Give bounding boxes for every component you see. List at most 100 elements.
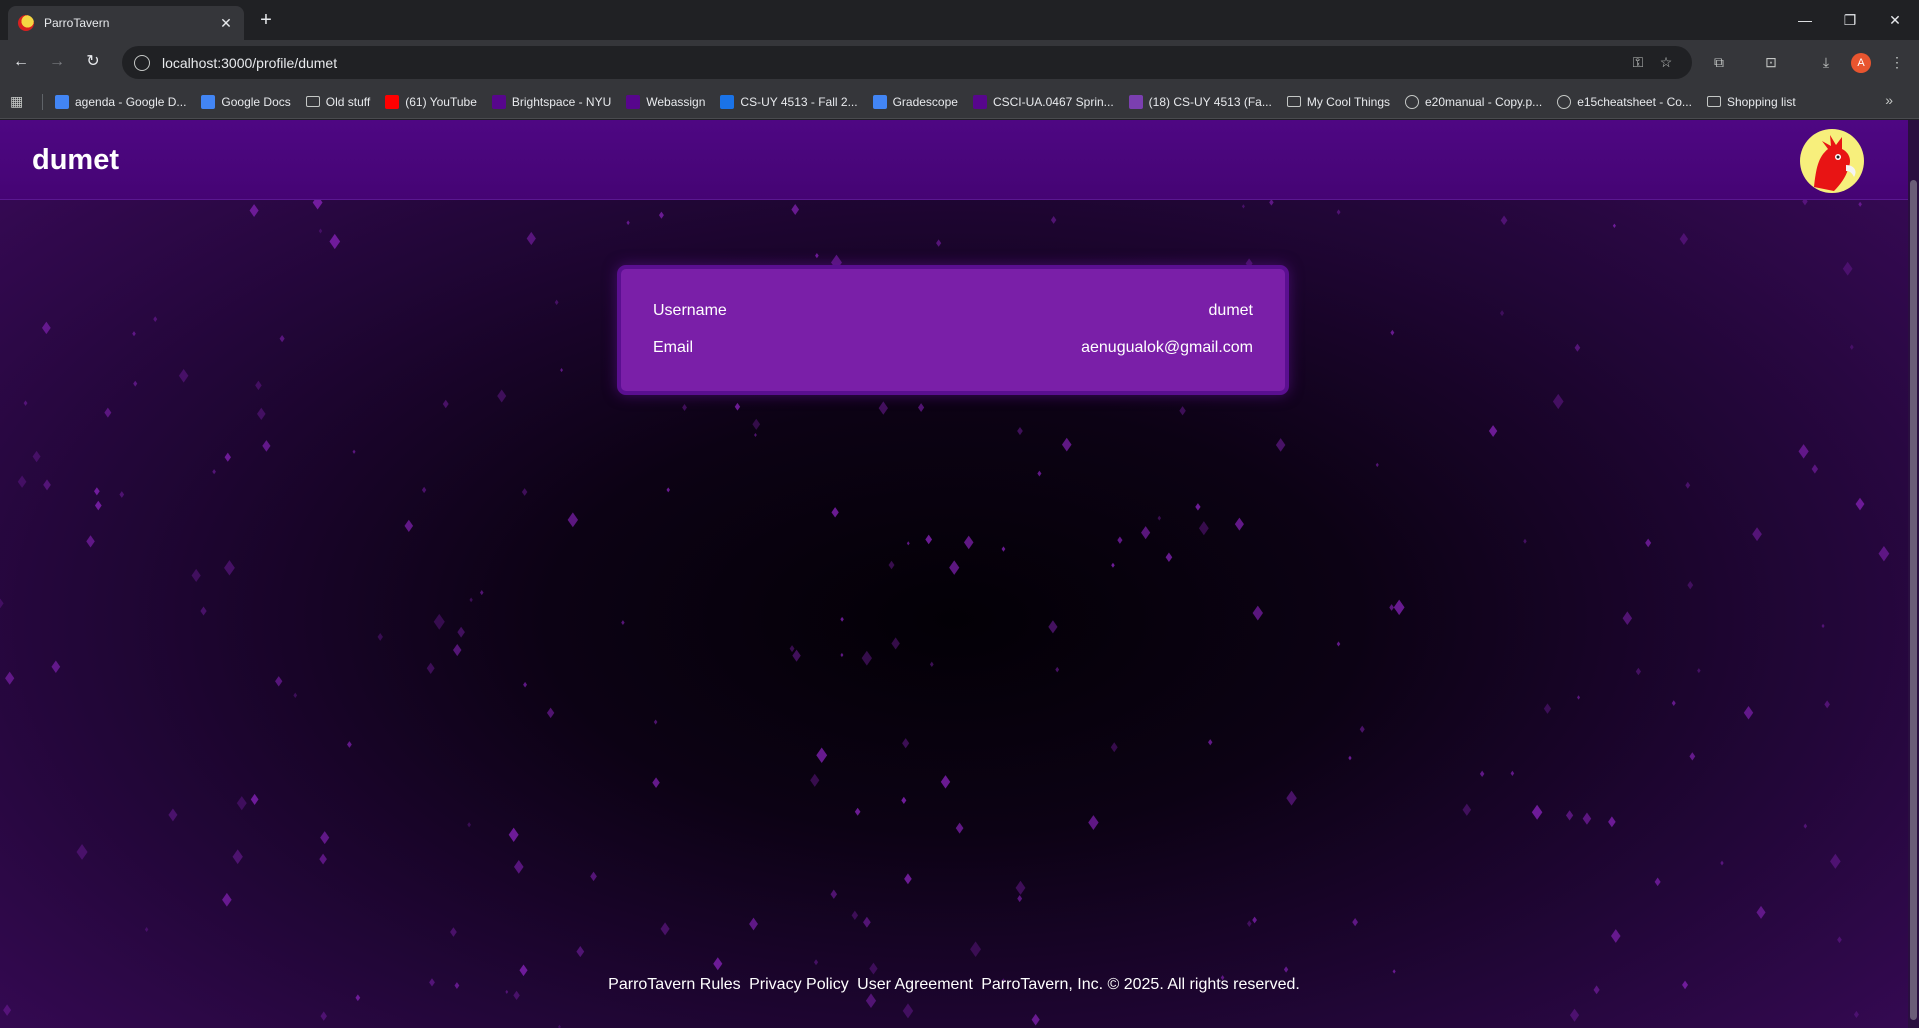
sparkle-shape — [1275, 438, 1286, 452]
sparkle-shape — [3, 1004, 12, 1016]
sparkle-shape — [1878, 545, 1890, 562]
sparkle-shape — [262, 440, 271, 452]
footer-privacy-link[interactable]: Privacy Policy — [749, 976, 849, 993]
minimize-icon[interactable]: — — [1793, 8, 1817, 32]
window-close-icon[interactable]: ✕ — [1883, 8, 1907, 32]
footer-agreement-link[interactable]: User Agreement — [857, 976, 973, 993]
sparkle-shape — [1608, 816, 1616, 828]
bookmark-item[interactable]: (61) YouTube — [385, 94, 477, 109]
bookmark-label: Google Docs — [221, 94, 291, 109]
bookmark-item[interactable]: agenda - Google D... — [55, 94, 187, 109]
sparkle-shape — [1165, 552, 1173, 563]
sparkle-shape — [1543, 703, 1552, 714]
bookmark-item[interactable]: Webassign — [626, 94, 705, 109]
bookmark-label: agenda - Google D... — [75, 94, 187, 109]
sparkle-shape — [1348, 755, 1352, 761]
sparkle-shape — [1336, 209, 1341, 215]
sparkle-shape — [1393, 599, 1405, 616]
sparkle-shape — [621, 620, 625, 626]
more-bookmarks-icon[interactable]: » — [1885, 92, 1893, 108]
sparkle-shape — [1462, 803, 1472, 816]
sparkle-shape — [377, 633, 383, 641]
bookmarks-separator — [42, 93, 43, 110]
forward-icon[interactable]: → — [45, 50, 69, 74]
bookmark-item[interactable]: Google Docs — [201, 94, 291, 109]
tab-search-icon[interactable]: ⊡ — [1760, 51, 1782, 73]
sparkle-shape — [442, 399, 449, 409]
sparkle-shape — [275, 676, 283, 687]
extensions-icon[interactable]: ⧉ — [1708, 51, 1730, 73]
sparkle-shape — [936, 239, 942, 247]
bookmark-star-icon[interactable]: ☆ — [1652, 54, 1680, 71]
scrollbar-thumb[interactable] — [1910, 180, 1917, 1020]
sparkle-shape — [1849, 344, 1854, 350]
username-row: Username dumet — [653, 302, 1253, 322]
site-info-icon[interactable] — [134, 54, 150, 71]
sparkle-shape — [1842, 261, 1853, 276]
page-scrollbar[interactable] — [1908, 120, 1919, 1028]
bookmark-item[interactable]: e15cheatsheet - Co... — [1557, 94, 1692, 109]
bookmark-item[interactable]: My Cool Things — [1286, 95, 1390, 109]
sparkle-shape — [1048, 620, 1058, 634]
sparkle-shape — [1697, 668, 1701, 674]
sparkle-shape — [752, 418, 761, 430]
sparkle-shape — [293, 692, 298, 698]
sparkle-shape — [955, 822, 964, 834]
restore-icon[interactable]: ❐ — [1838, 8, 1862, 32]
sparkle-shape — [830, 889, 838, 899]
sparkle-shape — [590, 871, 597, 882]
sparkle-shape — [224, 560, 235, 576]
bookmark-item[interactable]: Gradescope — [872, 94, 958, 109]
sparkle-shape — [86, 535, 95, 548]
bookmark-label: CSCI-UA.0467 Sprin... — [992, 94, 1114, 109]
sparkle-shape — [901, 796, 907, 805]
profile-avatar[interactable]: A — [1851, 53, 1871, 73]
sparkle-shape — [0, 598, 4, 609]
menu-kebab-icon[interactable]: ⋮ — [1886, 51, 1908, 73]
sparkle-shape — [1552, 393, 1564, 410]
sparkle-shape — [1017, 895, 1023, 903]
reload-icon[interactable]: ↻ — [81, 50, 105, 74]
sparkle-shape — [653, 719, 658, 725]
download-icon[interactable]: ⤓ — [1815, 51, 1837, 73]
bookmark-item[interactable]: (18) CS-UY 4513 (Fa... — [1128, 94, 1272, 109]
site-favicon-icon — [385, 94, 400, 109]
address-bar[interactable]: localhost:3000/profile/dumet ⚿ ☆ — [122, 46, 1692, 79]
sparkle-shape — [902, 1003, 914, 1019]
profile-card: Username dumet Email aenugualok@gmail.co… — [617, 265, 1289, 395]
password-key-icon[interactable]: ⚿ — [1624, 54, 1652, 71]
bookmark-item[interactable]: Old stuff — [305, 95, 370, 109]
bookmark-item[interactable]: Brightspace - NYU — [491, 94, 611, 109]
sparkle-shape — [1336, 641, 1341, 647]
sparkle-shape — [734, 402, 741, 411]
url-text[interactable]: localhost:3000/profile/dumet — [162, 55, 1624, 71]
back-icon[interactable]: ← — [9, 50, 33, 74]
sparkle-shape — [682, 404, 687, 411]
sparkle-shape — [888, 560, 895, 570]
sparkle-shape — [863, 916, 871, 928]
parrot-logo-icon[interactable] — [1800, 129, 1864, 193]
bookmark-item[interactable]: CSCI-UA.0467 Sprin... — [972, 94, 1114, 109]
bookmark-item[interactable]: Shopping list — [1706, 95, 1796, 109]
sparkle-shape — [1055, 666, 1060, 673]
bookmark-item[interactable]: CS-UY 4513 - Fall 2... — [720, 94, 858, 109]
sparkle-shape — [878, 401, 888, 415]
browser-tab[interactable]: ParroTavern ✕ — [8, 6, 244, 40]
tab-close-icon[interactable]: ✕ — [218, 15, 234, 32]
sparkle-shape — [191, 568, 201, 582]
sparkle-shape — [1037, 470, 1042, 477]
footer-rules-link[interactable]: ParroTavern Rules — [608, 976, 741, 993]
folder-icon — [1706, 96, 1721, 107]
sparkle-shape — [652, 777, 660, 789]
bookmark-item[interactable]: e20manual - Copy.p... — [1405, 94, 1542, 109]
new-tab-icon[interactable]: + — [254, 9, 278, 33]
apps-grid-icon[interactable]: ▦ — [10, 93, 30, 110]
page-viewport: dumet Username dumet Email aenugualok@gm… — [0, 120, 1908, 1028]
sparkle-shape — [1671, 700, 1676, 706]
sparkle-shape — [1208, 739, 1213, 746]
sparkle-shape — [1756, 905, 1766, 919]
sparkle-shape — [178, 368, 189, 383]
sparkle-shape — [479, 590, 484, 596]
folder-icon — [305, 96, 320, 107]
globe-icon — [1557, 94, 1572, 109]
